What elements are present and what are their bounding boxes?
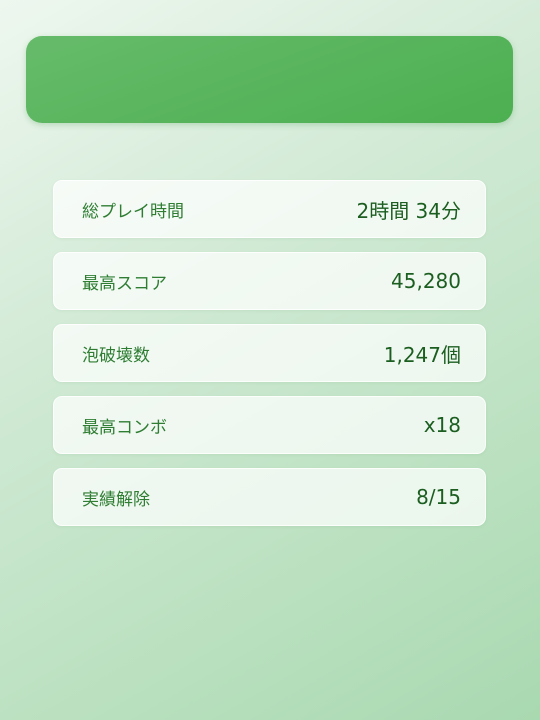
stat-value: x18	[423, 413, 461, 437]
stat-label: 最高コンボ	[82, 417, 167, 438]
stat-row-high-score: 最高スコア 45,280	[53, 252, 486, 310]
stats-panel: 総プレイ時間 2時間 34分 最高スコア 45,280 泡破壊数 1,247個 …	[53, 180, 486, 540]
stat-row-bubbles-popped: 泡破壊数 1,247個	[53, 324, 486, 382]
stat-value: 1,247個	[383, 342, 461, 367]
stat-label: 総プレイ時間	[82, 201, 184, 222]
stat-row-total-play-time: 総プレイ時間 2時間 34分	[53, 180, 486, 238]
header-banner	[26, 36, 513, 123]
stat-label: 最高スコア	[82, 273, 167, 294]
stat-row-achievements-unlocked: 実績解除 8/15	[53, 468, 486, 526]
stat-value: 45,280	[391, 269, 461, 293]
stat-label: 泡破壊数	[82, 345, 150, 366]
stat-value: 2時間 34分	[356, 198, 461, 223]
stat-row-max-combo: 最高コンボ x18	[53, 396, 486, 454]
stat-label: 実績解除	[82, 489, 150, 510]
stat-value: 8/15	[416, 485, 461, 509]
